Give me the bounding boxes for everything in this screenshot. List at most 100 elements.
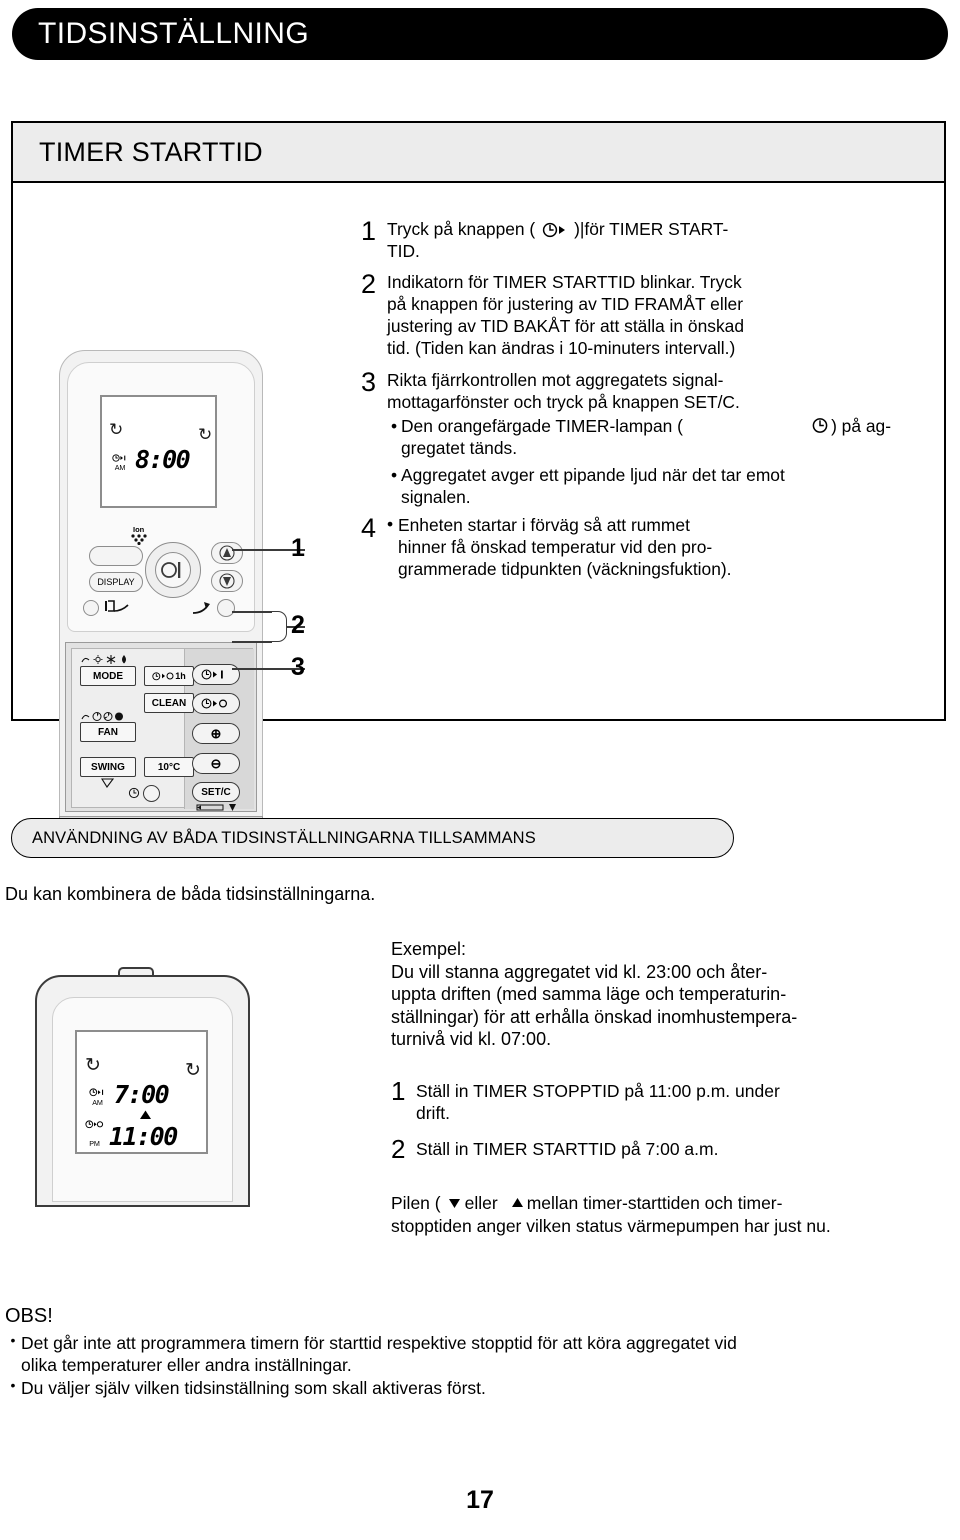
clock-stop-icon [85,1120,104,1129]
obs-block: OBS! • Det går inte att programmera time… [5,1305,910,1399]
minus-button[interactable]: ⊖ [192,753,240,774]
step-1-text-b: )|för TIMER START- [574,219,729,239]
step-4-line-3: grammerade tidpunkten (väckningsfuktion)… [398,559,732,580]
lcd-time-value: 8:00 [135,445,191,474]
step-4-number: 4 [361,513,377,544]
obs-item-1-line-1: Det går inte att programmera timern för … [21,1333,737,1353]
step-4-body: Enheten startar i förväg så att rummet h… [398,512,732,580]
page-banner: TIDSINSTÄLLNING [12,8,948,60]
callout-number-3: 3 [291,653,305,681]
swirl-right-icon: ↻ [198,425,213,444]
obs-item-1: • Det går inte att programmera timern fö… [10,1332,737,1376]
step-3-line-2: mottagarfönster och tryck på knappen SET… [387,391,740,412]
example-line-4: turnivå vid kl. 07:00. [391,1029,552,1049]
example-step-1-line-2: drift. [416,1103,451,1124]
arrow-down-icon [219,573,235,589]
step-2-line-3: justering av TID BAKÅT för att ställa in… [387,316,745,337]
step-3-number: 3 [361,366,377,397]
arrow-up-icon [219,545,235,561]
callout-line-2b [232,641,272,643]
slider-icon [196,804,236,811]
combined-timers-header: ANVÄNDNING AV BÅDA TIDSINSTÄLLNINGARNA T… [11,818,734,858]
arrow-up-icon [140,1110,151,1119]
lcd2-stop-time: 11:00 [109,1121,178,1151]
swing-button[interactable]: SWING [80,757,136,777]
display-button[interactable] [89,546,143,566]
obs-item-1-line-2: olika temperaturer eller andra inställni… [21,1355,352,1376]
example-line-1: Du vill stanna aggregatet vid kl. 23:00 … [391,961,768,982]
mode-symbols-icon [81,655,126,664]
arrow-explanation: Pilen ( eller mellan timer-starttiden oc… [391,1192,911,1239]
callout-brace-2 [269,611,287,642]
callout-number-2: 2 [291,611,305,639]
clock-start-icon [89,1088,104,1097]
clock-start-icon [112,454,126,463]
arrow-circle-icon [162,672,174,680]
display-button-label-ring[interactable]: DISPLAY [89,572,143,592]
step-4-line-2: hinner få önskad temperatur vid den pro- [398,537,713,558]
step-1: 1 Tryck på knappen ( )|för TIMER START- … [361,216,891,262]
step-2-line-2: på knappen för justering av TID FRAMÅT e… [387,294,744,315]
swing-flap-icon [101,778,115,788]
obs-title: OBS! [5,1305,53,1327]
clock-tiny-icon [128,787,140,799]
ten-degree-button[interactable]: 10°C [144,757,194,777]
step-2-number: 2 [361,269,377,300]
auto-button[interactable] [217,599,235,617]
example-step-1: 1 Ställ in TIMER STOPPTID på 11:00 p.m. … [391,1078,911,1124]
mode-button[interactable]: MODE [80,666,136,686]
ion-dots-icon [131,534,147,545]
step-3-line-1: Rikta fjärrkontrollen mot aggregatets si… [387,369,724,390]
remote-keypad: MODE 1h CLEAN FAN SWING 10°C ⊕ ⊖ SET/C [65,642,257,812]
step-2-body: Indikatorn för TIMER STARTTID blinkar. T… [387,269,744,359]
example-line-2: uppta driften (med samma läge och temper… [391,984,787,1004]
example-step-2-number: 2 [391,1134,406,1165]
reset-button[interactable] [83,600,99,616]
arrow-up-icon [511,1198,523,1207]
page-title: TIDSINSTÄLLNING [38,17,310,50]
clock-start-icon [542,222,566,238]
power-icon [161,562,181,578]
keypad-inner-panel: MODE 1h CLEAN FAN SWING 10°C ⊕ ⊖ SET/C [71,648,254,811]
example-step-2: 2 Ställ in TIMER STARTTID på 7:00 a.m. [391,1136,911,1162]
step-1-number: 1 [361,216,377,246]
step-2-line-4: tid. (Tiden kan ändras i 10-minuters int… [387,338,736,359]
clock-icon [812,418,828,434]
clean-button[interactable]: CLEAN [144,693,194,713]
step-4-line-1: Enheten startar i förväg så att rummet [398,515,690,536]
lcd-ampm-start: AM [114,462,126,472]
bullet-2-cont: signalen. [401,487,471,508]
remote2-lcd-display: ↻ ↻ AM 7:00 PM 11:00 [75,1030,208,1154]
lcd2-start-ampm: AM [92,1097,103,1107]
step-2-line-1: Indikatorn för TIMER STARTTID blinkar. T… [387,272,742,293]
lcd2-stop-tag: PM [85,1120,104,1148]
step-1-text-a: Tryck på knappen ( [387,219,536,239]
example-step-1-line-1: Ställ in TIMER STOPPTID på 11:00 p.m. un… [416,1081,780,1101]
clock-stop-icon [201,698,228,709]
plus-button[interactable]: ⊕ [192,723,240,744]
page-number: 17 [466,1486,494,1514]
instruction-steps: 1 Tryck på knappen ( )|för TIMER START- … [361,216,891,580]
timer-stop-button[interactable] [192,693,240,714]
step-4-bullet-dot: • [387,514,394,535]
timer-start-section: TIMER STARTTID ↻ ↻ AM 8:00 Ion DISPLAY M… [11,121,946,825]
bullet-1-text-b: ) på ag- [831,415,891,436]
obs-item-2: • Du väljer själv vilken tidsinställning… [10,1376,486,1398]
section-title: TIMER STARTTID [39,136,263,167]
clock-small-icon [152,671,161,680]
obs-item-2-line-1: Du väljer själv vilken tidsinställning s… [21,1377,486,1398]
timer-1h-button[interactable]: 1h [144,666,194,686]
swirl-left-icon: ↻ [109,420,124,439]
pilen-text-a: Pilen ( [391,1193,441,1213]
callout-line-2a [232,611,272,613]
clock-set-button[interactable] [143,785,160,802]
swirl-left-icon: ↻ [85,1055,101,1076]
step-3: 3 Rikta fjärrkontrollen mot aggregatets … [361,367,891,413]
section-header: TIMER STARTTID [13,123,944,183]
bullet-timer-lamp: • Den orangefärgade TIMER-lampan ( ) på … [390,415,891,458]
lcd2-stop-ampm: PM [89,1138,100,1148]
set-c-button[interactable]: SET/C [192,782,240,802]
remote-control-illustration: ↻ ↻ AM 8:00 Ion DISPLAY MODE 1h CLEAN FA… [59,350,263,825]
example-step-1-body: Ställ in TIMER STOPPTID på 11:00 p.m. un… [416,1078,901,1124]
fan-button[interactable]: FAN [80,722,136,742]
